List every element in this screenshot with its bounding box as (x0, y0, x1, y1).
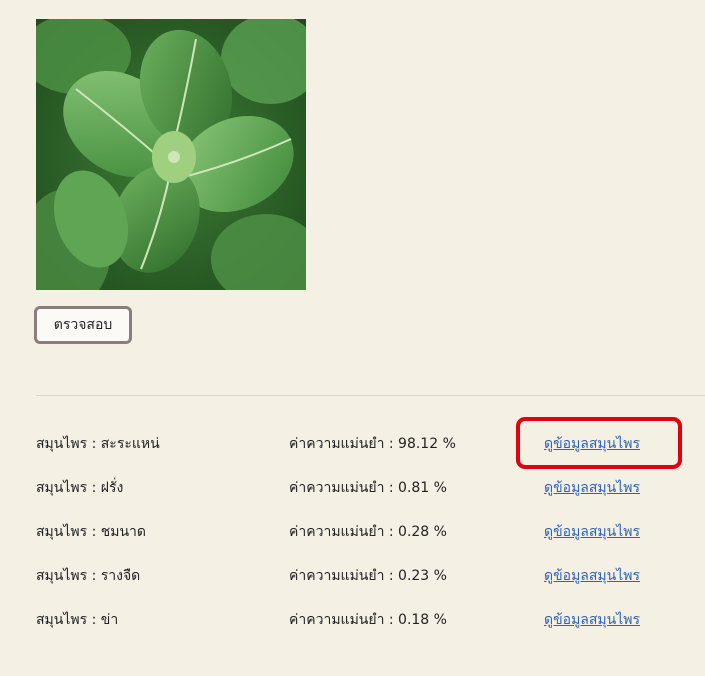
result-row: สมุนไพร : สะระแหน่ ค่าความแม่นยำ : 98.12… (36, 417, 705, 469)
accuracy-value: ค่าความแม่นยำ : 0.28 % (289, 524, 447, 540)
mint-leaves-illustration (36, 19, 306, 290)
herb-name: สมุนไพร : รางจืด (36, 568, 141, 584)
result-row: สมุนไพร : ข่า ค่าความแม่นยำ : 0.18 % ดูข… (36, 596, 705, 640)
accuracy-value: ค่าความแม่นยำ : 0.23 % (289, 568, 447, 584)
accuracy-value: ค่าความแม่นยำ : 0.18 % (289, 612, 447, 628)
herb-photo (36, 19, 306, 290)
check-button[interactable]: ตรวจสอบ (34, 306, 132, 344)
divider (36, 395, 705, 396)
result-row: สมุนไพร : รางจืด ค่าความแม่นยำ : 0.23 % … (36, 552, 705, 596)
herb-name: สมุนไพร : สะระแหน่ (36, 436, 160, 452)
view-herb-info-link[interactable]: ดูข้อมูลสมุนไพร (544, 433, 640, 455)
result-row: สมุนไพร : ฝรั่ง ค่าความแม่นยำ : 0.81 % ด… (36, 464, 705, 508)
herb-name: สมุนไพร : ข่า (36, 612, 119, 628)
results-list: สมุนไพร : สะระแหน่ ค่าความแม่นยำ : 98.12… (36, 417, 705, 640)
view-herb-info-link[interactable]: ดูข้อมูลสมุนไพร (544, 477, 640, 499)
view-herb-info-link[interactable]: ดูข้อมูลสมุนไพร (544, 565, 640, 587)
accuracy-value: ค่าความแม่นยำ : 0.81 % (289, 480, 447, 496)
herb-name: สมุนไพร : ชมนาด (36, 524, 147, 540)
accuracy-value: ค่าความแม่นยำ : 98.12 % (289, 436, 456, 452)
view-herb-info-link[interactable]: ดูข้อมูลสมุนไพร (544, 521, 640, 543)
view-herb-info-link[interactable]: ดูข้อมูลสมุนไพร (544, 609, 640, 631)
result-row: สมุนไพร : ชมนาด ค่าความแม่นยำ : 0.28 % ด… (36, 508, 705, 552)
herb-name: สมุนไพร : ฝรั่ง (36, 480, 124, 496)
